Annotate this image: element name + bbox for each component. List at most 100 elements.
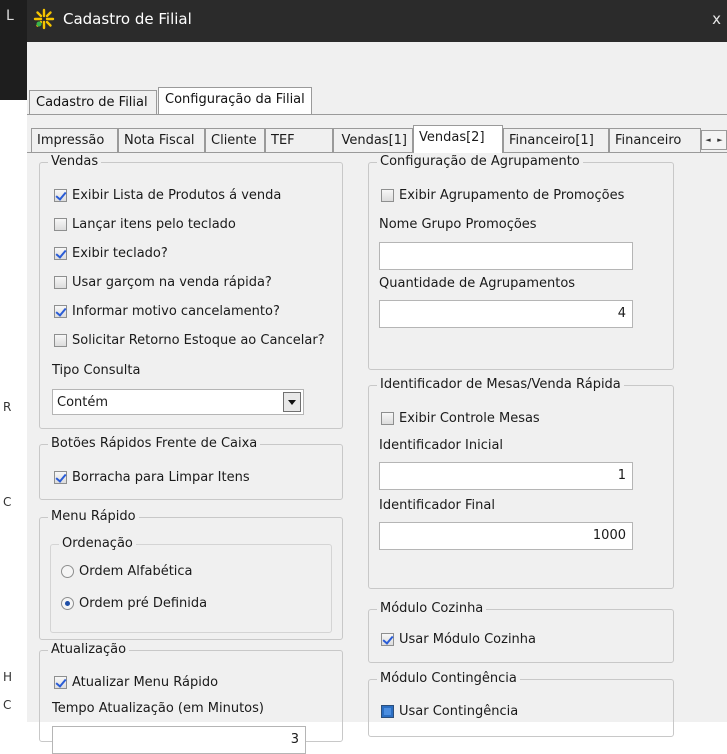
checkbox-label: Borracha para Limpar Itens [72,470,250,485]
usar-modulo-cozinha-checkbox[interactable]: Usar Módulo Cozinha [381,632,536,647]
checkbox-empty-icon [54,276,67,289]
checkbox-empty-icon [54,218,67,231]
left-edge-char: C [3,495,12,509]
select-value: Contém [57,395,109,410]
identificador-inicial-input[interactable]: 1 [379,462,633,490]
botoes-rapidos-group: Botões Rápidos Frente de Caixa Borracha … [39,436,343,500]
menu-rapido-group: Menu Rápido Ordenação Ordem Alfabética O… [39,509,343,640]
radio-label: Ordem pré Definida [79,596,208,611]
tipo-consulta-label: Tipo Consulta [52,363,141,378]
checkbox-label: Exibir Agrupamento de Promoções [399,188,625,203]
identificador-final-input[interactable]: 1000 [379,522,633,550]
close-icon[interactable]: x [712,10,721,28]
identificador-final-label: Identificador Final [379,498,495,513]
group-title: Atualização [48,642,130,658]
main-window: Cadastro de Filial Configuração da Filia… [27,42,727,754]
agrupamento-group: Configuração de Agrupamento Exibir Agrup… [368,154,674,370]
tab-divider [27,114,727,115]
vendas-2-panel: Vendas Exibir Lista de Produtos á venda … [27,153,727,754]
tempo-atualizacao-label: Tempo Atualização (em Minutos) [52,701,264,716]
exibir-teclado-checkbox[interactable]: Exibir teclado? [54,246,168,261]
app-star-icon [33,8,55,30]
tab-configuracao-da-filial[interactable]: Configuração da Filial [158,87,312,114]
checkbox-label: Exibir Lista de Produtos á venda [72,188,282,203]
background-window-strip: L R C H C [0,0,27,722]
modulo-cozinha-group: Módulo Cozinha Usar Módulo Cozinha [368,601,674,663]
quantidade-agrupamentos-input[interactable]: 4 [379,300,633,328]
window-title: Cadastro de Filial [63,10,192,28]
tab-nota-fiscal[interactable]: Nota Fiscal [118,128,205,152]
checkbox-checked-icon [54,247,67,260]
scroll-right-icon[interactable]: ► [714,131,726,149]
checkbox-checked-icon [54,471,67,484]
informar-motivo-checkbox[interactable]: Informar motivo cancelamento? [54,304,280,319]
quantidade-agrupamentos-label: Quantidade de Agrupamentos [379,276,576,291]
tipo-consulta-select[interactable]: Contém [52,389,304,415]
atualizacao-group: Atualização Atualizar Menu Rápido Tempo … [39,642,343,754]
ordem-alfabetica-radio[interactable]: Ordem Alfabética [61,564,193,579]
nome-grupo-label: Nome Grupo Promoções [379,217,537,232]
tempo-atualizacao-input[interactable]: 3 [52,726,306,754]
checkbox-label: Lançar itens pelo teclado [72,217,236,232]
lancar-itens-teclado-checkbox[interactable]: Lançar itens pelo teclado [54,217,236,232]
group-title: Botões Rápidos Frente de Caixa [48,436,261,452]
group-title: Módulo Cozinha [377,601,487,617]
checkbox-label: Exibir Controle Mesas [399,411,540,426]
checkbox-checked-icon [54,305,67,318]
checkbox-label: Exibir teclado? [72,246,168,261]
tab-financeiro-2[interactable]: Financeiro [609,128,701,152]
vendas-group: Vendas Exibir Lista de Produtos á venda … [39,154,343,429]
left-edge-char: H [3,670,13,684]
group-title: Menu Rápido [48,509,139,525]
checkbox-label: Atualizar Menu Rápido [72,675,219,690]
identificador-inicial-label: Identificador Inicial [379,438,504,453]
modulo-contingencia-group: Módulo Contingência Usar Contingência [368,671,674,737]
radio-label: Ordem Alfabética [79,564,193,579]
window-titlebar: Cadastro de Filial x [27,0,727,42]
checkbox-empty-icon [381,189,394,202]
usar-garcom-checkbox[interactable]: Usar garçom na venda rápida? [54,275,272,290]
tab-impressao[interactable]: Impressão [31,128,118,152]
atualizar-menu-checkbox[interactable]: Atualizar Menu Rápido [54,675,218,690]
tab-scroll-arrows[interactable]: ◄ ► [701,130,727,150]
tab-cadastro-de-filial[interactable]: Cadastro de Filial [29,90,157,114]
mesas-group: Identificador de Mesas/Venda Rápida Exib… [368,377,674,589]
group-title: Módulo Contingência [377,671,520,687]
borracha-limpar-checkbox[interactable]: Borracha para Limpar Itens [54,470,250,485]
checkbox-label: Usar garçom na venda rápida? [72,275,272,290]
checkbox-label: Solicitar Retorno Estoque ao Cancelar? [72,333,325,348]
checkbox-checked-icon [54,189,67,202]
nome-grupo-input[interactable] [379,242,633,270]
scroll-left-icon[interactable]: ◄ [702,131,714,149]
checkbox-label: Usar Contingência [399,704,519,719]
exibir-controle-mesas-checkbox[interactable]: Exibir Controle Mesas [381,411,540,426]
group-title: Configuração de Agrupamento [377,154,583,170]
checkbox-label: Usar Módulo Cozinha [399,632,537,647]
tab-tef[interactable]: TEF [265,128,333,152]
ordem-pre-definida-radio[interactable]: Ordem pré Definida [61,596,207,611]
chevron-down-icon[interactable] [283,392,301,412]
group-title: Identificador de Mesas/Venda Rápida [377,377,624,393]
tab-financeiro-1[interactable]: Financeiro[1] [503,128,609,152]
usar-contingencia-checkbox[interactable]: Usar Contingência [381,704,518,719]
checkbox-indeterminate-icon [381,705,394,718]
group-title: Ordenação [59,536,136,552]
tab-cliente[interactable]: Cliente [205,128,265,152]
group-title: Vendas [48,154,102,170]
radio-selected-icon [61,597,74,610]
ordenacao-group: Ordenação Ordem Alfabética Ordem pré Def… [50,536,332,633]
solicitar-retorno-checkbox[interactable]: Solicitar Retorno Estoque ao Cancelar? [54,333,325,348]
checkbox-empty-icon [54,334,67,347]
exibir-lista-produtos-checkbox[interactable]: Exibir Lista de Produtos á venda [54,188,281,203]
checkbox-label: Informar motivo cancelamento? [72,304,280,319]
checkbox-checked-icon [381,633,394,646]
left-edge-char: C [3,698,12,712]
checkbox-empty-icon [381,412,394,425]
tab-vendas-2[interactable]: Vendas[2] [413,125,503,153]
radio-empty-icon [61,565,74,578]
checkbox-checked-icon [54,676,67,689]
left-edge-char: R [3,400,12,414]
exibir-agrupamento-checkbox[interactable]: Exibir Agrupamento de Promoções [381,188,624,203]
tab-vendas-1[interactable]: Vendas[1] [333,128,413,152]
left-edge-char: L [6,8,14,24]
